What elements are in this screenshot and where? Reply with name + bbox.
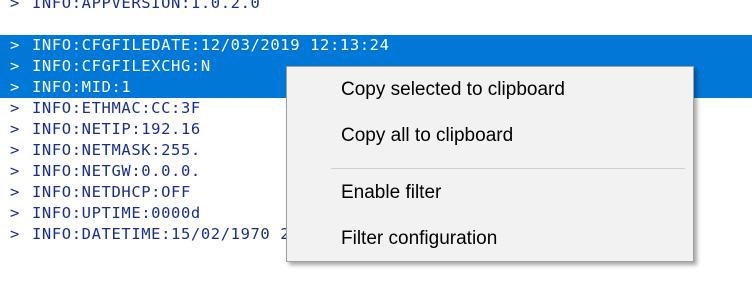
log-line-text: INFO:NETGW:0.0.0.: [32, 162, 201, 180]
log-line[interactable]: > INFO:NETGW:0.0.0.: [0, 161, 201, 182]
log-line[interactable]: > INFO:NETMASK:255.: [0, 140, 201, 161]
log-line-text: INFO:CFGFILEDATE:12/03/2019 12:13:24: [32, 36, 390, 54]
log-line[interactable]: > INFO:NETDHCP:OFF: [0, 182, 191, 203]
log-line-text: INFO:UPTIME:0000d: [32, 204, 201, 222]
prompt-glyph: >: [10, 99, 20, 117]
log-line-text: INFO:NETDHCP:OFF: [32, 183, 191, 201]
log-line-text: INFO:MID:1: [32, 78, 132, 96]
log-line-text: INFO:NETIP:192.16: [32, 120, 201, 138]
log-line-text: INFO:ETHMAC:CC:3F: [32, 99, 201, 117]
log-line-text: INFO:CFGFILEXCHG:N: [32, 57, 211, 75]
menu-separator: [331, 168, 685, 169]
prompt-glyph: >: [10, 36, 20, 54]
prompt-glyph: >: [10, 0, 20, 12]
menu-item-filter-configuration[interactable]: Filter configuration: [287, 220, 693, 258]
prompt-glyph: >: [10, 78, 20, 96]
log-line[interactable]: > INFO:ETHMAC:CC:3F: [0, 98, 201, 119]
prompt-glyph: >: [10, 204, 20, 222]
log-line[interactable]: > INFO:APPVERSION:1.0.2.0: [0, 0, 260, 14]
log-line[interactable]: > INFO:UPTIME:0000d: [0, 203, 201, 224]
prompt-glyph: >: [10, 57, 20, 75]
prompt-glyph: >: [10, 120, 20, 138]
log-line-text: INFO:NETMASK:255.: [32, 141, 201, 159]
log-line[interactable]: > INFO:NETIP:192.16: [0, 119, 201, 140]
log-line-selected[interactable]: > INFO:CFGFILEDATE:12/03/2019 12:13:24: [0, 35, 752, 56]
context-menu: Copy selected to clipboard Copy all to c…: [286, 66, 694, 262]
log-line-text: INFO:APPVERSION:1.0.2.0: [32, 0, 261, 12]
menu-item-enable-filter[interactable]: Enable filter: [287, 174, 693, 212]
menu-item-copy-selected[interactable]: Copy selected to clipboard: [287, 71, 693, 109]
prompt-glyph: >: [10, 162, 20, 180]
prompt-glyph: >: [10, 225, 20, 243]
prompt-glyph: >: [10, 183, 20, 201]
prompt-glyph: >: [10, 141, 20, 159]
menu-item-copy-all[interactable]: Copy all to clipboard: [287, 117, 693, 155]
